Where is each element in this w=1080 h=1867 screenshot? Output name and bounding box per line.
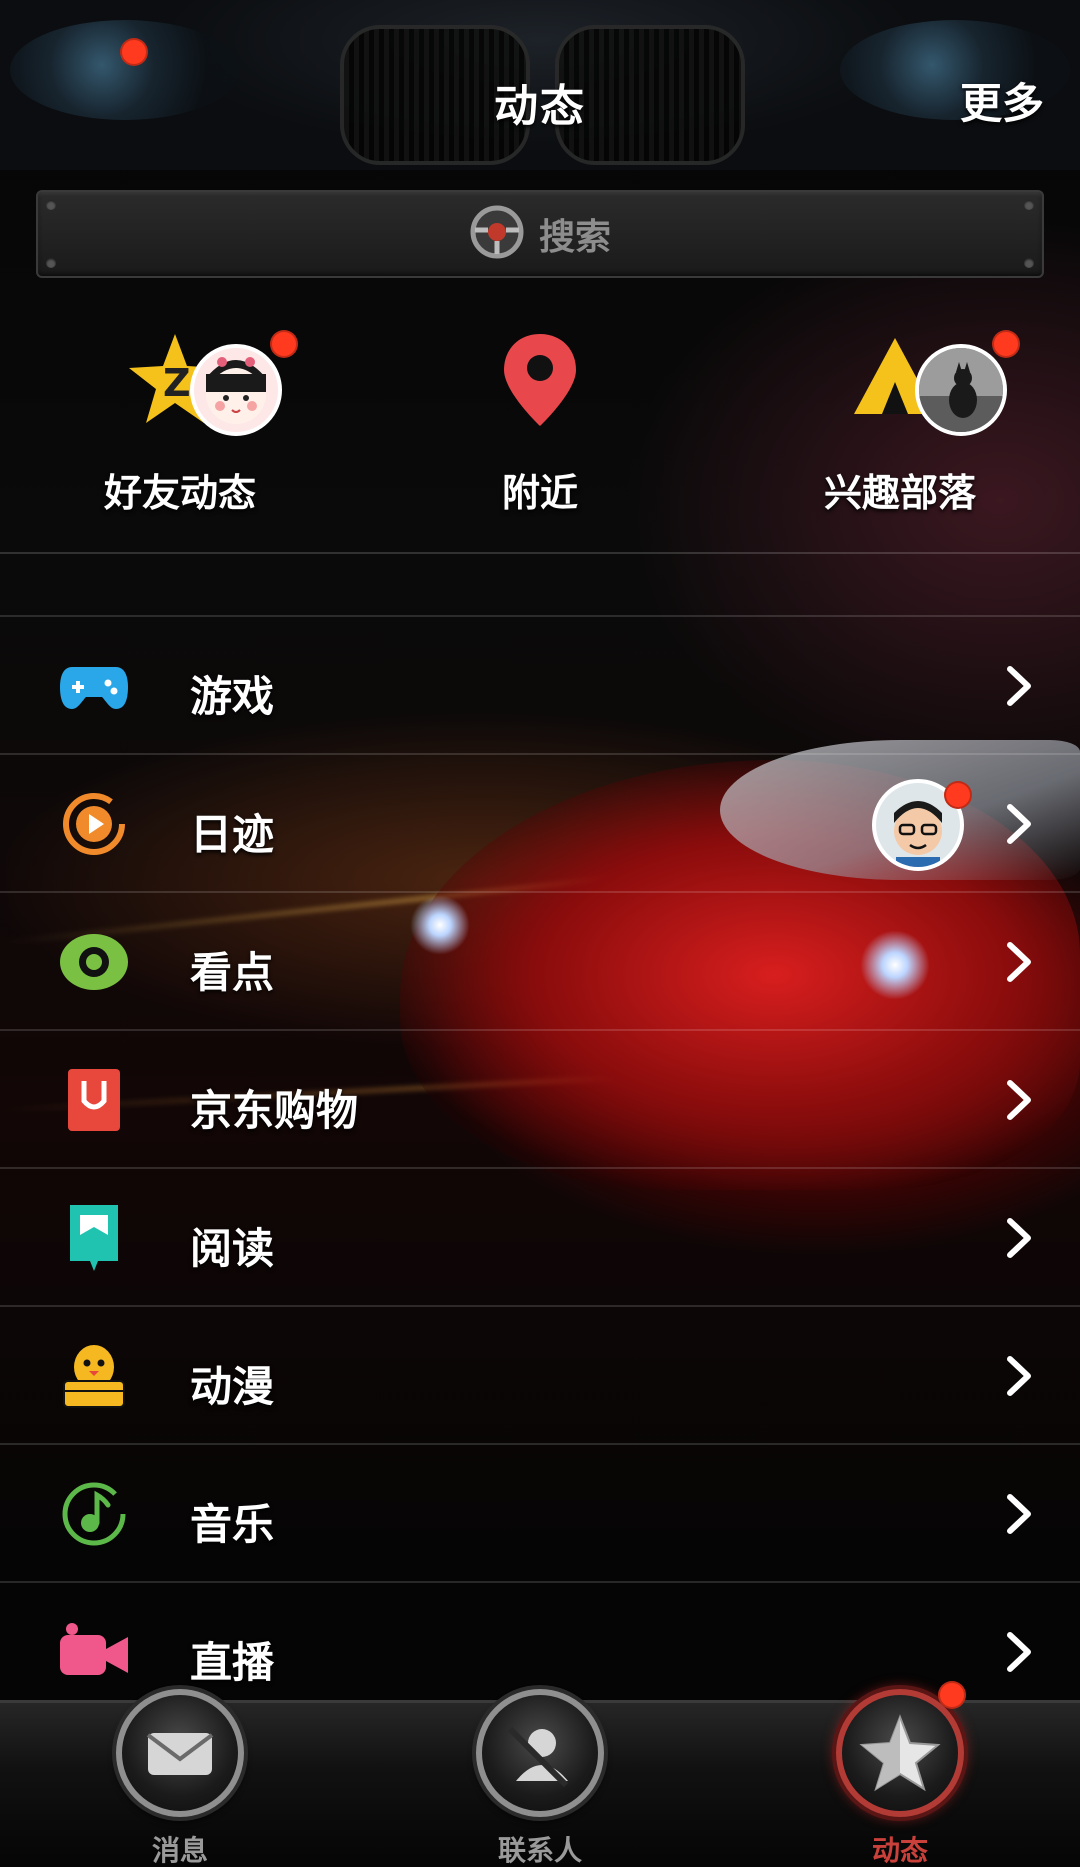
- menu-item-label: 动漫: [190, 1362, 275, 1411]
- friend-feed-notification-dot: [270, 330, 298, 358]
- page-title: 动态: [494, 81, 586, 132]
- chevron-right-icon: [1000, 661, 1040, 711]
- menu-item-label: 日迹: [190, 810, 275, 859]
- chevron-right-icon: [1000, 1627, 1040, 1677]
- header-notification-dot: [120, 38, 148, 66]
- quick-entry-label: 兴趣部落: [823, 471, 976, 515]
- menu-item-label: 游戏: [190, 672, 275, 721]
- chevron-right-icon: [1000, 799, 1040, 849]
- tab-label: 动态: [871, 1834, 928, 1867]
- top-header: 动态 更多: [0, 0, 1080, 180]
- menu-item-label: 阅读: [190, 1224, 275, 1273]
- bookmark-book-icon: [58, 1205, 130, 1271]
- search-bar[interactable]: 搜索: [36, 190, 1044, 278]
- chevron-right-icon: [1000, 1075, 1040, 1125]
- shopping-bag-icon: [58, 1067, 130, 1133]
- quick-entry-friend-feed[interactable]: Z 好友动态: [30, 320, 330, 520]
- tab-messages[interactable]: 消息: [72, 1689, 272, 1867]
- daily-story-notification-dot: [944, 781, 972, 809]
- video-camera-icon: [58, 1619, 130, 1685]
- quick-entry-nearby[interactable]: 附近: [390, 320, 690, 520]
- menu-item-anime[interactable]: 动漫: [0, 1305, 1080, 1443]
- menu-item-kandian[interactable]: 看点: [0, 891, 1080, 1029]
- menu-item-label: 直播: [190, 1638, 275, 1687]
- menu-item-games[interactable]: 游戏: [0, 615, 1080, 753]
- svg-text:Z: Z: [163, 361, 191, 405]
- menu-item-label: 音乐: [190, 1500, 275, 1549]
- quick-entry-label: 好友动态: [103, 471, 256, 515]
- menu-item-daily-story[interactable]: 日迹: [0, 753, 1080, 891]
- menu-item-jd-shopping[interactable]: 京东购物: [0, 1029, 1080, 1167]
- menu-item-label: 京东购物: [190, 1086, 359, 1135]
- menu-item-label: 看点: [190, 948, 275, 997]
- chevron-right-icon: [1000, 1351, 1040, 1401]
- eye-icon: [58, 929, 130, 995]
- feed-tab-notification-dot: [938, 1681, 966, 1709]
- tribe-avatar: [915, 344, 1007, 436]
- tab-contacts[interactable]: 联系人: [432, 1689, 632, 1867]
- friend-avatar: [190, 344, 282, 436]
- tribe-notification-dot: [992, 330, 1020, 358]
- music-note-icon: [58, 1481, 130, 1547]
- section-divider: [0, 552, 1080, 554]
- tab-label: 消息: [151, 1834, 208, 1867]
- gamepad-icon: [58, 653, 130, 719]
- search-label: 搜索: [538, 217, 611, 258]
- daily-story-icon: [58, 791, 130, 857]
- steering-wheel-search-icon: [469, 204, 525, 264]
- quick-entry-label: 附近: [501, 471, 578, 515]
- tab-feed[interactable]: 动态: [792, 1681, 992, 1867]
- more-button[interactable]: 更多: [960, 70, 1044, 131]
- menu-item-reading[interactable]: 阅读: [0, 1167, 1080, 1305]
- menu-item-music[interactable]: 音乐: [0, 1443, 1080, 1581]
- chevron-right-icon: [1000, 1489, 1040, 1539]
- chevron-right-icon: [1000, 1213, 1040, 1263]
- quick-entry-interest-tribe[interactable]: 兴趣部落: [750, 320, 1050, 520]
- chevron-right-icon: [1000, 937, 1040, 987]
- penguin-basket-icon: [58, 1343, 130, 1409]
- location-pin-icon: [498, 330, 582, 434]
- tab-label: 联系人: [497, 1834, 582, 1867]
- quick-entries: Z 好友动态 附近 兴趣部落: [0, 320, 1080, 520]
- bottom-tab-bar: 消息 联系人 动态: [0, 1681, 1080, 1867]
